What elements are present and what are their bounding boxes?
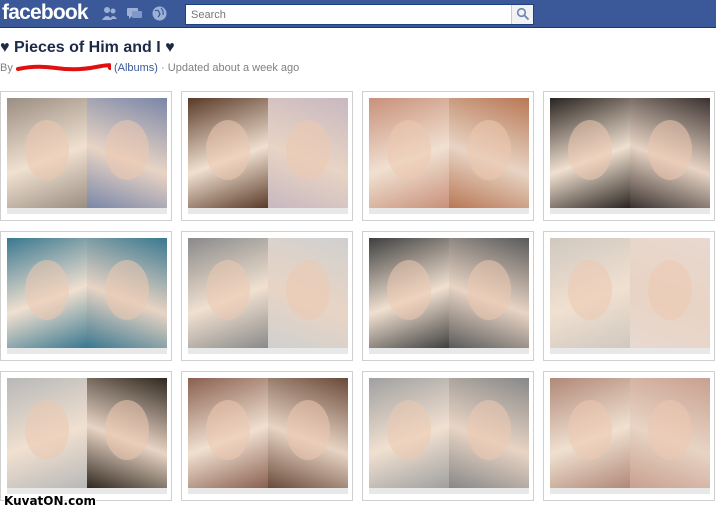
photo-image [188,98,348,208]
face-shape [387,260,431,320]
photo-caption-strip [188,208,348,214]
photo-thumbnail[interactable] [362,231,534,361]
photo-left-half [550,238,630,348]
photo-left-half [7,238,87,348]
album-title: ♥ Pieces of Him and I ♥ [0,39,175,56]
face-shape [206,260,250,320]
photo-right-half [268,238,348,348]
photo-thumbnail[interactable] [0,371,172,501]
search-box[interactable] [185,4,534,25]
photo-left-half [7,98,87,208]
photo-thumbnail[interactable] [543,371,715,501]
face-shape [286,260,330,320]
photo-right-half [268,98,348,208]
photo-caption-strip [188,488,348,494]
photo-left-half [188,238,268,348]
photo-image [188,378,348,488]
photo-image [369,378,529,488]
photo-right-half [87,238,167,348]
photo-right-half [449,238,529,348]
photo-image [550,98,710,208]
photo-thumbnail[interactable] [181,231,353,361]
photo-right-half [630,378,710,488]
face-shape [25,260,69,320]
face-shape [105,400,149,460]
photo-caption-strip [369,488,529,494]
photo-thumbnail[interactable] [543,231,715,361]
photo-caption-strip [7,208,167,214]
messages-icon[interactable] [126,5,143,22]
photo-caption-strip [550,208,710,214]
photo-left-half [188,98,268,208]
photo-right-half [630,98,710,208]
photo-thumbnail[interactable] [0,231,172,361]
face-shape [568,260,612,320]
face-shape [387,120,431,180]
photo-thumbnail[interactable] [0,91,172,221]
updated-timestamp: · Updated about a week ago [161,62,300,74]
photo-thumbnail[interactable] [543,91,715,221]
face-shape [387,400,431,460]
photo-image [7,378,167,488]
top-navigation-bar: facebook [0,0,716,28]
face-shape [467,260,511,320]
face-shape [286,400,330,460]
face-shape [568,400,612,460]
search-input[interactable] [186,5,510,24]
photo-thumbnail[interactable] [181,371,353,501]
notifications-globe-icon[interactable] [151,5,168,22]
photo-left-half [369,98,449,208]
photo-left-half [188,378,268,488]
search-icon [516,7,530,26]
photo-caption-strip [188,348,348,354]
photo-caption-strip [550,348,710,354]
face-shape [206,120,250,180]
photo-caption-strip [550,488,710,494]
author-name-redacted[interactable] [15,63,114,73]
photo-caption-strip [7,348,167,354]
face-shape [105,260,149,320]
photo-right-half [630,238,710,348]
search-button[interactable] [511,5,533,24]
face-shape [286,120,330,180]
photo-image [369,238,529,348]
face-shape [25,120,69,180]
watermark: KuvatON.com [4,494,96,508]
photo-left-half [369,378,449,488]
photo-caption-strip [369,348,529,354]
face-shape [206,400,250,460]
photo-thumbnail[interactable] [362,371,534,501]
photo-image [550,378,710,488]
photo-thumbnail[interactable] [181,91,353,221]
face-shape [648,400,692,460]
photo-image [7,238,167,348]
photo-image [550,238,710,348]
face-shape [568,120,612,180]
photo-right-half [87,378,167,488]
photo-left-half [369,238,449,348]
photo-right-half [268,378,348,488]
face-shape [105,120,149,180]
albums-link[interactable]: (Albums) [114,62,158,74]
photo-right-half [449,98,529,208]
face-shape [467,400,511,460]
photo-right-half [449,378,529,488]
facebook-logo[interactable]: facebook [2,1,89,25]
photo-image [7,98,167,208]
photo-thumbnail[interactable] [362,91,534,221]
photo-image [369,98,529,208]
by-prefix: By [0,62,13,74]
album-byline: By (Albums) · Updated about a week ago [0,62,299,74]
face-shape [648,120,692,180]
photo-image [188,238,348,348]
photo-right-half [87,98,167,208]
face-shape [648,260,692,320]
photo-left-half [550,378,630,488]
face-shape [25,400,69,460]
photo-left-half [7,378,87,488]
photo-caption-strip [369,208,529,214]
friend-requests-icon[interactable] [101,5,118,22]
photo-left-half [550,98,630,208]
face-shape [467,120,511,180]
